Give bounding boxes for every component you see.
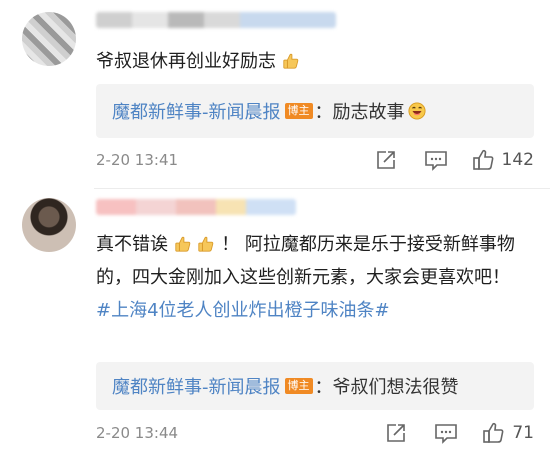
- thumbs-up-emoji-icon: [283, 53, 299, 69]
- comment-actions: 71: [384, 418, 534, 448]
- reply-text: 励志故事: [332, 102, 405, 123]
- avatar[interactable]: [22, 12, 76, 66]
- reply-author-link[interactable]: 魔都新鲜事-新闻晨报: [112, 373, 281, 399]
- reply-author-link[interactable]: 魔都新鲜事-新闻晨报: [112, 98, 281, 124]
- comment-actions: 142: [374, 145, 534, 175]
- timestamp: 2-20 13:44: [96, 424, 179, 442]
- comment-1: 爷叔退休再创业好励志 魔都新鲜事-新闻晨报 博主 ： 励志故事 2-20 13:…: [0, 0, 550, 188]
- reply-text: 爷叔们想法很赞: [332, 377, 459, 398]
- reply-colon: ：: [314, 377, 333, 398]
- hashtag-link[interactable]: #上海4位老人创业炸出橙子味油条#: [96, 300, 390, 321]
- comment-2: 真不错诶 ！ 阿拉魔都历来是乐于接受新鲜事物的，四大金刚加入这些创新元素，大家会…: [0, 188, 550, 465]
- like-icon[interactable]: [482, 421, 506, 445]
- comment-text: 爷叔退休再创业好励志: [96, 45, 530, 78]
- username-blurred[interactable]: [96, 199, 296, 215]
- author-reply[interactable]: 魔都新鲜事-新闻晨报 博主 ： 励志故事: [96, 84, 534, 138]
- author-reply[interactable]: 魔都新鲜事-新闻晨报 博主 ： 爷叔们想法很赞: [96, 362, 534, 410]
- comment-icon[interactable]: [424, 148, 448, 172]
- comment-icon[interactable]: [434, 421, 458, 445]
- comment-text-content: 爷叔退休再创业好励志: [96, 51, 276, 72]
- thumbs-up-emoji-icon: [175, 236, 191, 252]
- author-badge: 博主: [284, 103, 313, 119]
- comment-text-prefix: 真不错诶: [96, 234, 168, 255]
- like-count: 71: [512, 423, 534, 443]
- timestamp: 2-20 13:41: [96, 151, 179, 169]
- share-icon[interactable]: [374, 148, 398, 172]
- author-badge: 博主: [284, 378, 313, 394]
- like-icon[interactable]: [472, 148, 496, 172]
- reply-colon: ：: [314, 102, 333, 123]
- laughing-emoji-icon: [407, 102, 426, 120]
- share-icon[interactable]: [384, 421, 408, 445]
- like-count: 142: [501, 150, 534, 170]
- username-blurred[interactable]: [96, 12, 336, 28]
- thumbs-up-emoji-icon: [198, 236, 214, 252]
- comment-meta: 2-20 13:44 71: [96, 418, 534, 448]
- comment-meta: 2-20 13:41 142: [96, 145, 534, 175]
- comment-text: 真不错诶 ！ 阿拉魔都历来是乐于接受新鲜事物的，四大金刚加入这些创新元素，大家会…: [96, 228, 530, 327]
- avatar[interactable]: [22, 198, 76, 252]
